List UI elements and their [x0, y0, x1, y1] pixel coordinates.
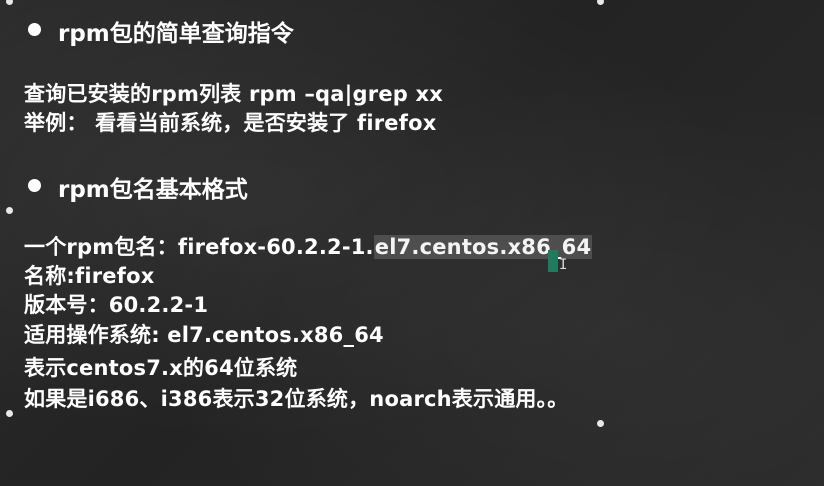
selection-handle[interactable]	[597, 0, 604, 5]
os-line: 适用操作系统: el7.centos.x86_64	[24, 323, 384, 347]
version-line: 版本号：60.2.2-1	[24, 293, 209, 317]
selection-handle[interactable]	[6, 207, 13, 214]
selection-handle[interactable]	[6, 410, 13, 417]
selected-text[interactable]: el7.centos.x86_64	[373, 235, 593, 259]
slide-canvas: rpm包的简单查询指令 查询已安装的rpm列表 rpm –qa|grep xx …	[0, 0, 824, 486]
bullet-icon	[28, 23, 41, 36]
bullet-icon	[28, 179, 41, 192]
section-heading-format: rpm包名基本格式	[58, 177, 248, 203]
cursor-marker	[548, 250, 558, 272]
section-heading-query: rpm包的简单查询指令	[58, 21, 294, 47]
package-name-line: 一个rpm包名：firefox-60.2.2-1.el7.centos.x86_…	[24, 231, 593, 261]
text-cursor-icon: I	[559, 257, 568, 273]
query-example-line: 举例： 看看当前系统，是否安装了 firefox	[24, 111, 437, 135]
query-list-line: 查询已安装的rpm列表 rpm –qa|grep xx	[24, 82, 444, 106]
package-name-prefix: 一个rpm包名：firefox-60.2.2-1.	[24, 235, 374, 259]
note-line: 如果是i686、i386表示32位系统，noarch表示通用。。	[24, 387, 569, 411]
name-line: 名称:firefox	[24, 264, 155, 288]
selection-handle[interactable]	[597, 420, 604, 427]
arch-line: 表示centos7.x的64位系统	[24, 356, 298, 380]
selection-handle[interactable]	[6, 0, 13, 5]
